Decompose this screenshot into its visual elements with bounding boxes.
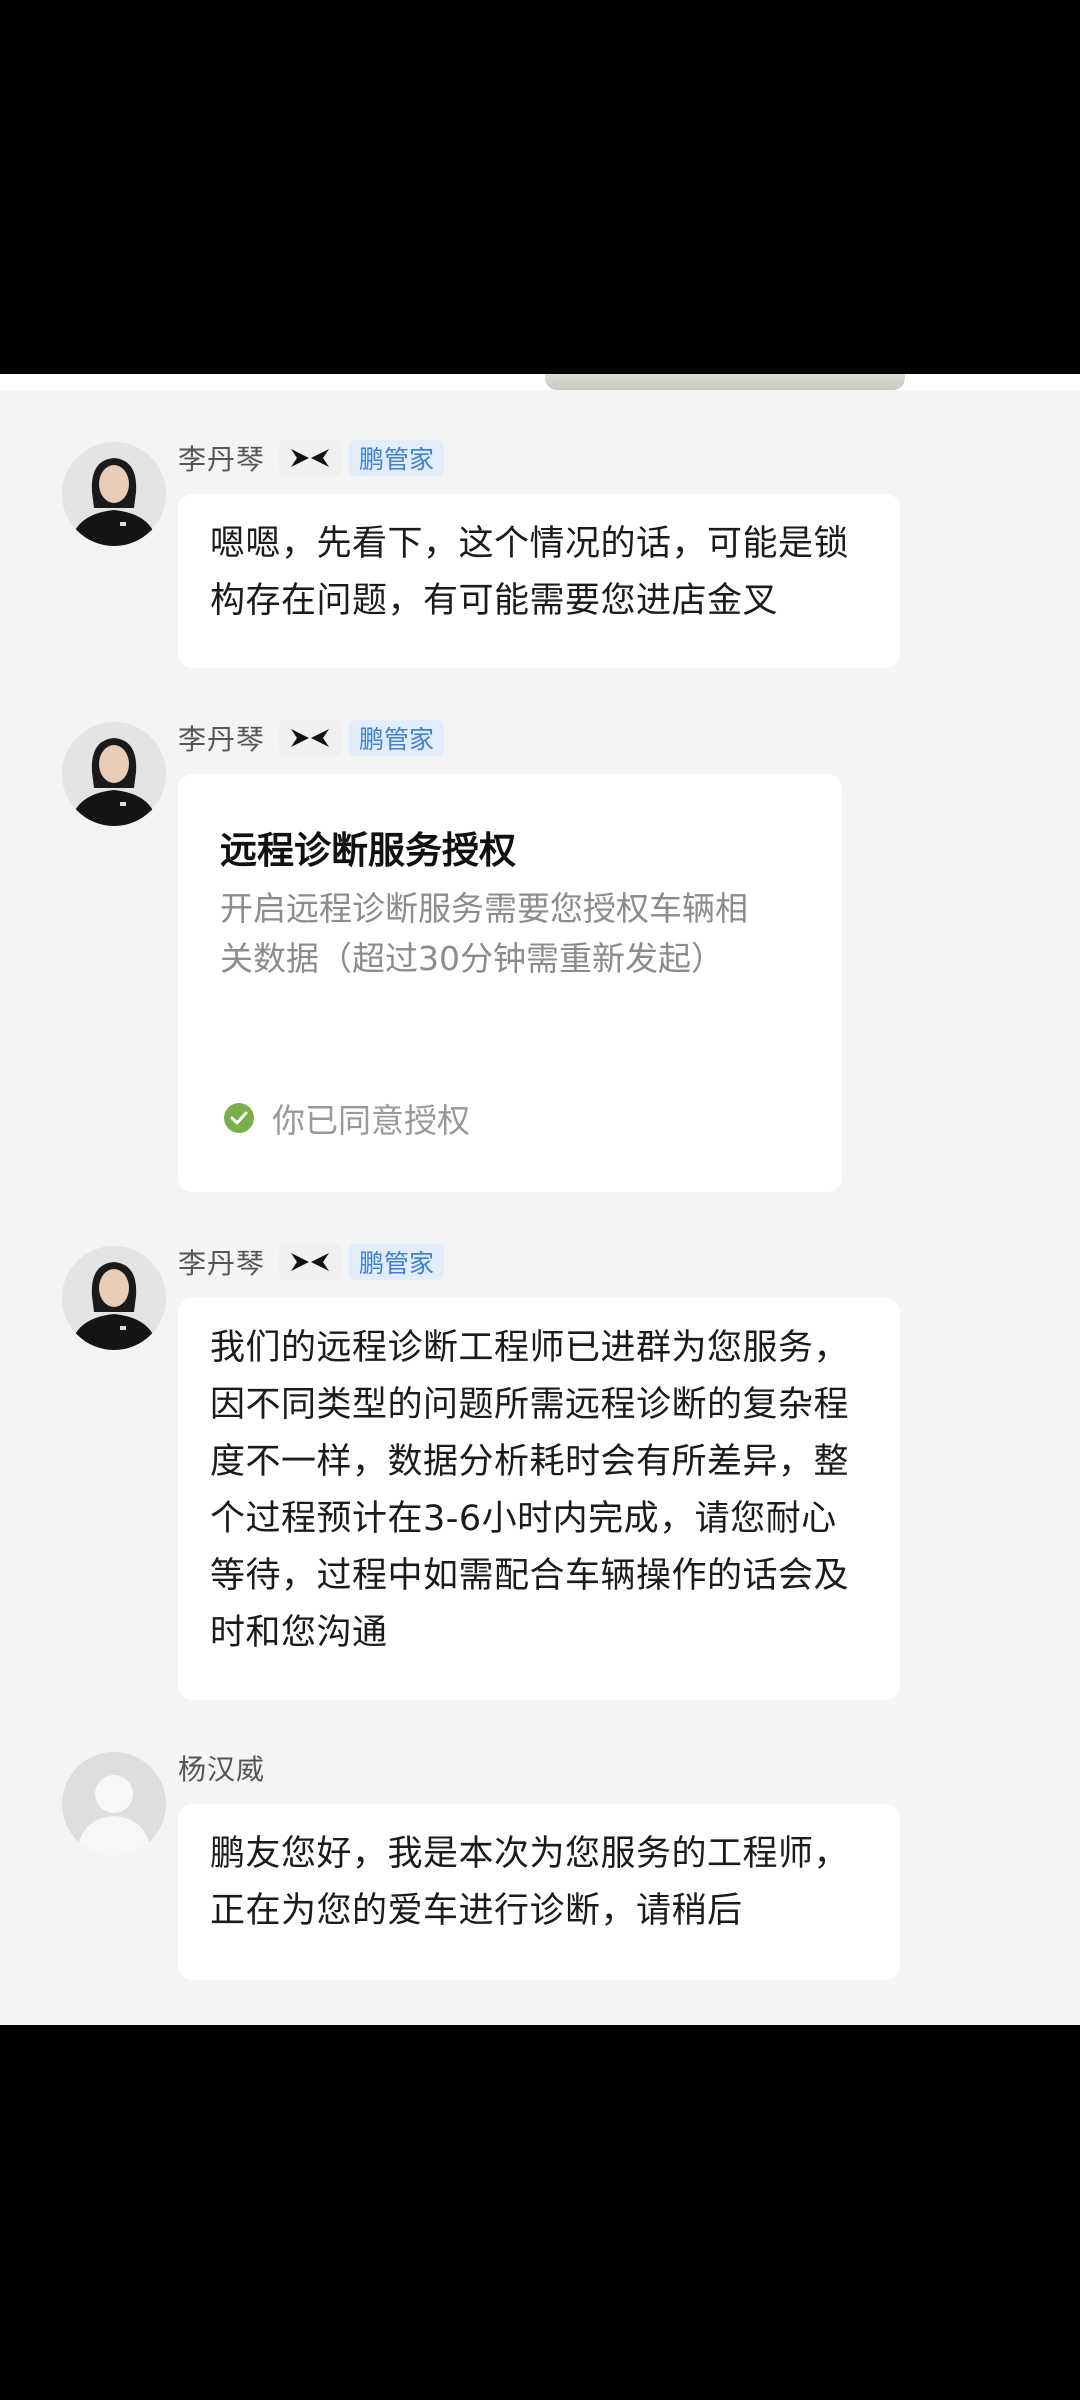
role-badge: 鹏管家 [349,720,445,756]
message-header: 李丹琴 鹏管家 [178,1242,445,1282]
bottom-black-area [0,2025,1080,2400]
message-header: 李丹琴 鹏管家 [178,718,445,758]
message-text: 我们的远程诊断工程师已进群为您服务，因不同类型的问题所需远程诊断的复杂程度不一样… [210,1328,850,1653]
default-avatar[interactable] [62,1752,166,1856]
status-text: 你已同意授权 [272,1101,470,1140]
message-header: 李丹琴 鹏管家 [178,438,445,478]
message-bubble[interactable]: 我们的远程诊断工程师已进群为您服务，因不同类型的问题所需远程诊断的复杂程度不一样… [178,1298,900,1700]
message-text: 鹏友您好，我是本次为您服务的工程师，正在为您的爱车进行诊断，请稍后 [210,1834,850,1931]
message-bubble[interactable]: 嗯嗯，先看下，这个情况的话，可能是锁构存在问题，有可能需要您进店金叉 [178,494,900,668]
top-black-area [0,0,1080,374]
previous-image-bottom-edge[interactable] [545,374,905,390]
sender-name: 李丹琴 [178,1247,266,1280]
xpeng-logo-icon [279,720,342,756]
chat-message-list[interactable]: 李丹琴 鹏管家 嗯嗯，先看下，这个情况的话，可能是锁构存在问题，有可能需要您进店… [0,390,1080,2025]
sender-avatar[interactable] [62,1246,166,1350]
message-header: 杨汉威 [178,1748,265,1788]
role-badge: 鹏管家 [349,1244,445,1280]
xpeng-logo-icon [279,440,342,476]
avatar-photo [62,442,166,546]
card-description: 开启远程诊断服务需要您授权车辆相关数据（超过30分钟需重新发起） [220,889,748,978]
message-text: 嗯嗯，先看下，这个情况的话，可能是锁构存在问题，有可能需要您进店金叉 [210,524,850,621]
authorization-card[interactable]: 远程诊断服务授权 开启远程诊断服务需要您授权车辆相关数据（超过30分钟需重新发起… [178,774,842,1192]
sender-name: 李丹琴 [178,443,266,476]
authorization-status: 你已同意授权 [224,1094,470,1142]
sender-avatar[interactable] [62,722,166,826]
sender-name: 李丹琴 [178,723,266,756]
avatar-photo [62,1246,166,1350]
default-user-icon [62,1752,166,1856]
sender-avatar[interactable] [62,442,166,546]
sender-name: 杨汉威 [178,1753,266,1786]
previous-message-edge [0,374,1080,390]
card-title: 远程诊断服务授权 [220,829,516,872]
xpeng-logo-icon [279,1244,342,1280]
avatar-photo [62,722,166,826]
role-badge: 鹏管家 [349,440,445,476]
message-bubble[interactable]: 鹏友您好，我是本次为您服务的工程师，正在为您的爱车进行诊断，请稍后 [178,1804,900,1980]
check-circle-icon [224,1103,254,1133]
